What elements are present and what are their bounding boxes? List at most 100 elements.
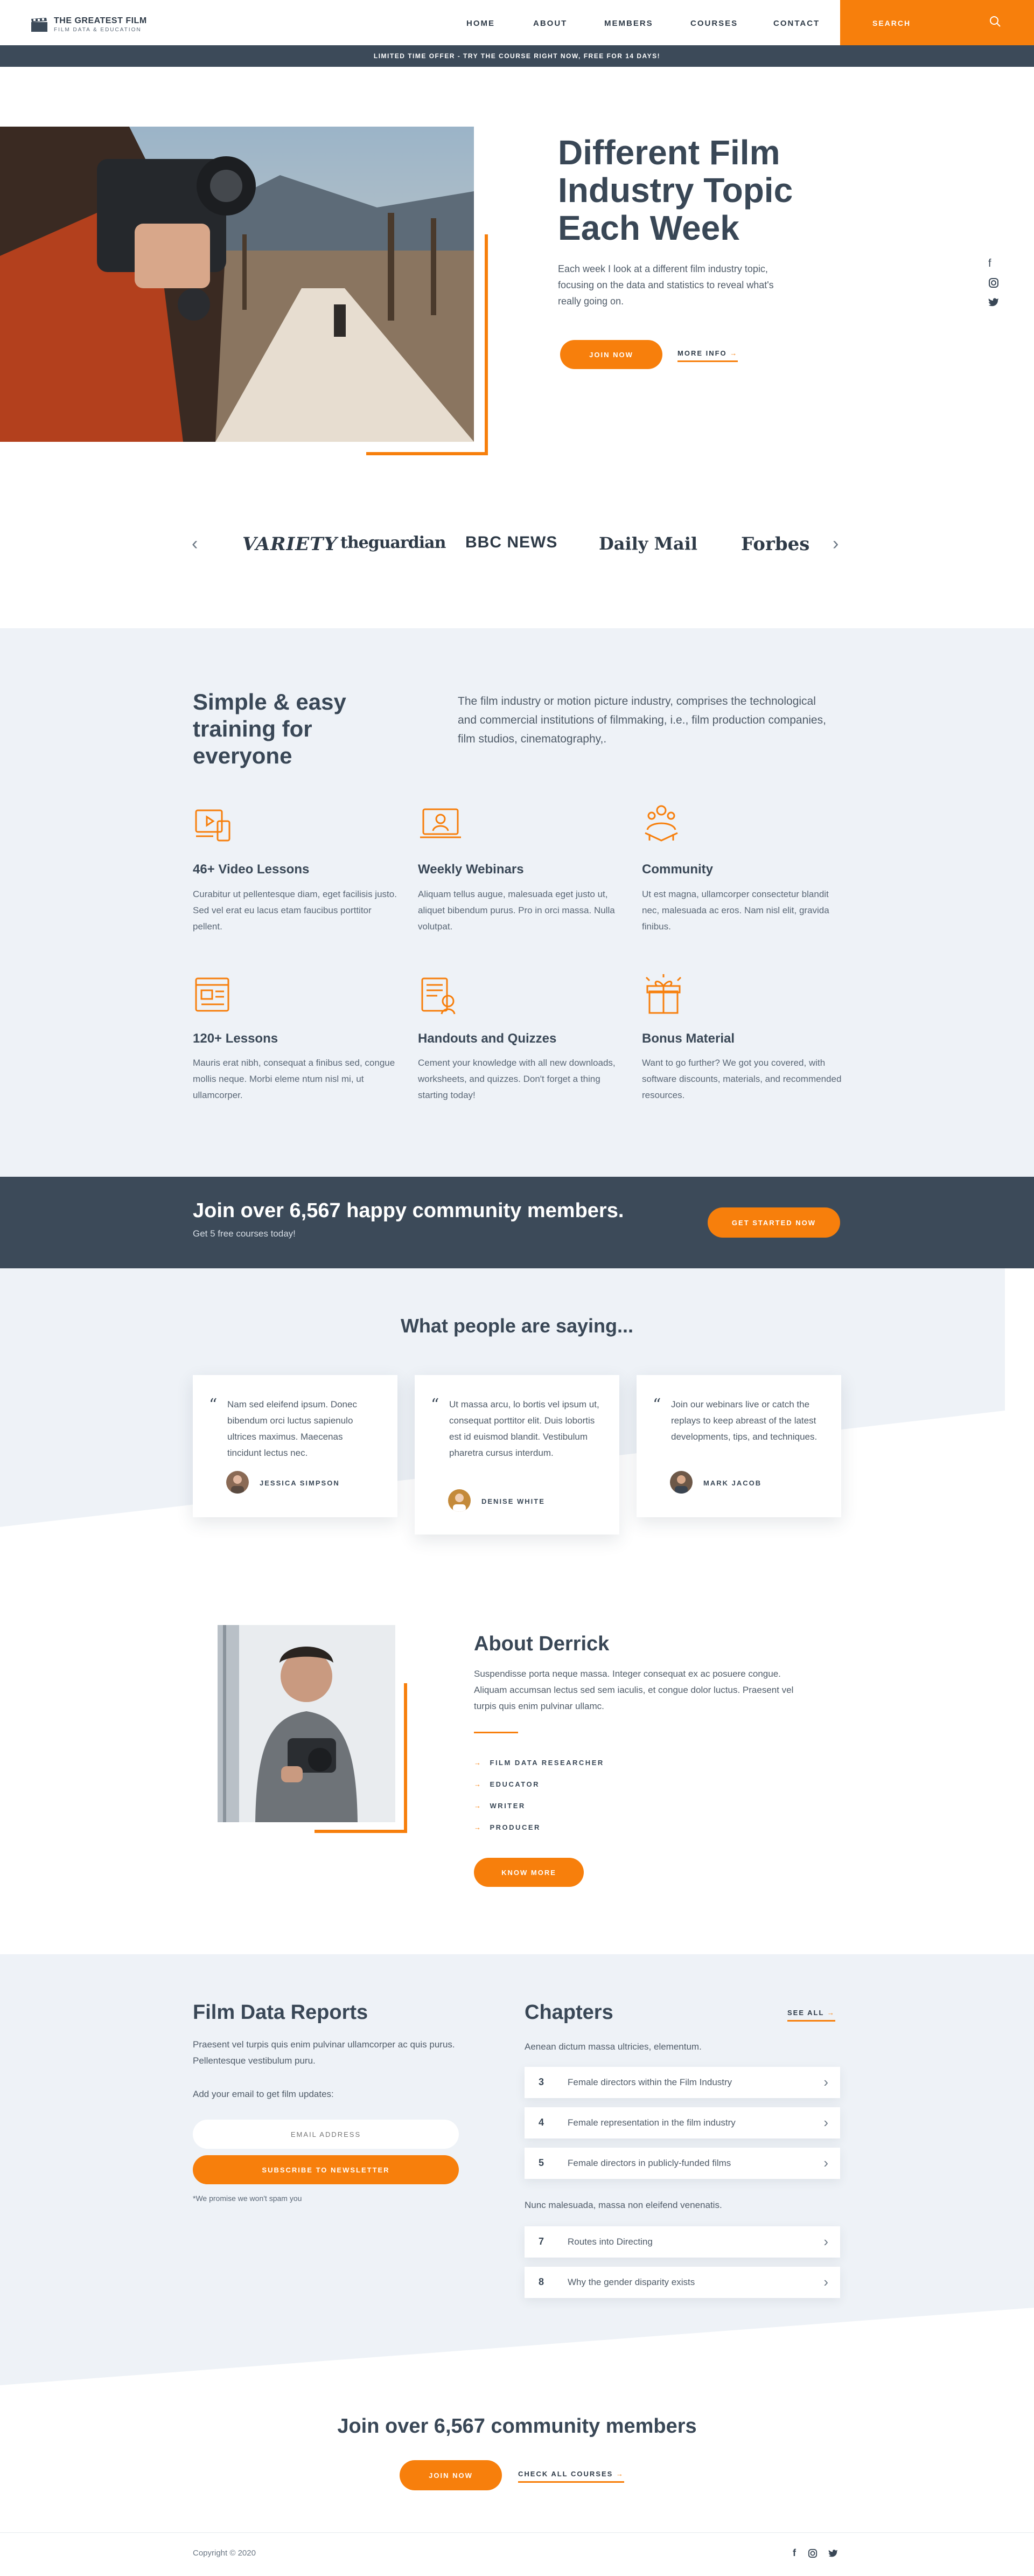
feature-title: Weekly Webinars: [418, 862, 524, 877]
facebook-icon[interactable]: f: [793, 2547, 796, 2559]
testimonial-card: “ Join our webinars live or catch the re…: [637, 1375, 841, 1517]
get-started-button[interactable]: GET STARTED NOW: [708, 1207, 840, 1238]
chapter-item[interactable]: 7 Routes into Directing ›: [525, 2226, 840, 2258]
chapter-number: 3: [539, 2077, 544, 2087]
feature-title: Handouts and Quizzes: [418, 1031, 557, 1046]
webinar-icon: [419, 805, 461, 844]
testimonial-card: “ Ut massa arcu, lo bortis vel ipsum ut,…: [415, 1375, 619, 1535]
chapter-number: 7: [539, 2236, 544, 2247]
subscribe-button[interactable]: SUBSCRIBE TO NEWSLETTER: [193, 2155, 459, 2184]
arrow-right-icon: →: [616, 2470, 624, 2478]
chapter-item[interactable]: 5 Female directors in publicly-funded fil…: [525, 2148, 840, 2179]
chapter-item[interactable]: 4 Female representation in the film indus…: [525, 2107, 840, 2138]
check-courses-link[interactable]: CHECK ALL COURSES →: [518, 2470, 624, 2483]
feature-text: Ut est magna, ullamcorper consectetur bl…: [642, 889, 829, 932]
footer-join-button[interactable]: JOIN NOW: [400, 2460, 502, 2490]
testimonial-quote: Nam sed eleifend ipsum. Donec bibendum o…: [227, 1399, 357, 1458]
arrow-right-icon: →: [474, 1759, 483, 1767]
chevron-right-icon: ›: [823, 2274, 828, 2290]
chapters-caption: Nunc malesuada, massa non eleifend venen…: [525, 2200, 722, 2210]
chevron-right-icon: ›: [823, 2114, 828, 2130]
arrow-right-icon: →: [474, 1823, 483, 1831]
training-title: Simple & easy training for everyone: [193, 689, 346, 768]
chapter-item[interactable]: 3 Female directors within the Film Indust…: [525, 2067, 840, 2098]
hero-more-info-link[interactable]: MORE INFO →: [677, 349, 738, 362]
twitter-icon[interactable]: [988, 297, 999, 310]
role-item: → WRITER: [474, 1802, 526, 1810]
search-label: SEARCH: [872, 19, 911, 27]
logo-subtitle: FILM DATA & EDUCATION: [54, 27, 142, 33]
footer-title: Join over 6,567 community members: [337, 2415, 697, 2438]
press-logo-variety: VARIETY: [242, 533, 338, 555]
twitter-icon[interactable]: [828, 2549, 838, 2560]
feature-title: Community: [642, 862, 713, 877]
nav-about[interactable]: ABOUT: [533, 19, 567, 28]
feature-title: 120+ Lessons: [193, 1031, 278, 1046]
chevron-right-icon: ›: [823, 2074, 828, 2090]
role-item: → FILM DATA RESEARCHER: [474, 1759, 604, 1767]
see-all-label: SEE ALL: [787, 2009, 825, 2017]
feature-text: Want to go further? We got you covered, …: [642, 1058, 842, 1100]
search-bar[interactable]: SEARCH: [840, 0, 1034, 45]
hero-join-button[interactable]: JOIN NOW: [560, 340, 662, 369]
see-all-link[interactable]: SEE ALL →: [787, 2009, 835, 2022]
divider: [474, 1732, 518, 1733]
logo[interactable]: THE GREATEST FILM FILM DATA & EDUCATION: [31, 16, 147, 33]
chapter-label: Female representation in the film indust…: [568, 2117, 736, 2128]
search-icon[interactable]: [989, 15, 1002, 31]
press-next-icon[interactable]: ›: [833, 533, 839, 554]
site-header: THE GREATEST FILM FILM DATA & EDUCATION …: [0, 0, 1034, 45]
reports-text: Praesent vel turpis quis enim pulvinar u…: [193, 2039, 455, 2066]
arrow-right-icon: →: [474, 1780, 483, 1788]
arrow-right-icon: →: [474, 1802, 483, 1810]
email-prompt: Add your email to get film updates:: [193, 2089, 334, 2099]
chapters-caption: Aenean dictum massa ultricies, elementum…: [525, 2042, 702, 2052]
nav-contact[interactable]: CONTACT: [773, 19, 820, 28]
avatar: [448, 1489, 471, 1512]
copyright: Copyright © 2020: [193, 2549, 256, 2558]
promo-banner[interactable]: LIMITED TIME OFFER - TRY THE COURSE RIGH…: [0, 45, 1034, 67]
spam-note: *We promise we won't spam you: [193, 2194, 302, 2203]
chapter-label: Routes into Directing: [568, 2237, 653, 2247]
community-icon: [642, 803, 681, 842]
nav-members[interactable]: MEMBERS: [604, 19, 653, 28]
join-banner-title: Join over 6,567 happy community members.: [193, 1199, 624, 1222]
press-logo-bbc: BBC NEWS: [465, 533, 558, 551]
feature-text: Aliquam tellus augue, malesuada eget jus…: [418, 889, 615, 932]
chapter-label: Female directors in publicly-funded film…: [568, 2158, 731, 2168]
testimonial-quote: Join our webinars live or catch the repl…: [671, 1399, 818, 1442]
nav-home[interactable]: HOME: [466, 19, 495, 28]
about-title: About Derrick: [474, 1633, 610, 1655]
feature-title: 46+ Video Lessons: [193, 862, 310, 877]
nav-courses[interactable]: COURSES: [690, 19, 738, 28]
reports-title: Film Data Reports: [193, 2001, 368, 2024]
role-label: PRODUCER: [490, 1823, 541, 1831]
quote-icon: “: [209, 1395, 218, 1414]
film-logo-icon: [31, 17, 47, 32]
email-input[interactable]: [193, 2120, 459, 2149]
instagram-icon[interactable]: [988, 277, 999, 291]
quote-icon: “: [431, 1395, 439, 1414]
video-lessons-icon: [194, 805, 233, 844]
role-item: → EDUCATOR: [474, 1780, 540, 1788]
join-banner-subtitle: Get 5 free courses today!: [193, 1228, 296, 1239]
press-prev-icon[interactable]: ‹: [192, 533, 198, 554]
more-info-label: MORE INFO: [677, 349, 727, 357]
press-logo-forbes: Forbes: [741, 533, 810, 555]
chapter-label: Female directors within the Film Industr…: [568, 2077, 732, 2087]
quote-icon: “: [653, 1395, 661, 1414]
feature-text: Cement your knowledge with all new downl…: [418, 1058, 616, 1100]
chapter-item[interactable]: 8 Why the gender disparity exists ›: [525, 2267, 840, 2298]
feature-text: Mauris erat nibh, consequat a finibus se…: [193, 1058, 395, 1100]
chapter-number: 4: [539, 2117, 544, 2128]
hero-title: Different Film Industry Topic Each Week: [558, 133, 793, 247]
instagram-icon[interactable]: [808, 2549, 818, 2561]
check-courses-label: CHECK ALL COURSES: [518, 2470, 613, 2478]
know-more-button[interactable]: KNOW MORE: [474, 1858, 584, 1887]
testimonial-name: DENISE WHITE: [481, 1497, 545, 1505]
lessons-icon: [194, 976, 233, 1015]
chapter-number: 5: [539, 2157, 544, 2168]
avatar: [226, 1471, 249, 1494]
facebook-icon[interactable]: f: [988, 258, 991, 270]
press-logo-dailymail: Daily Mail: [599, 533, 697, 554]
